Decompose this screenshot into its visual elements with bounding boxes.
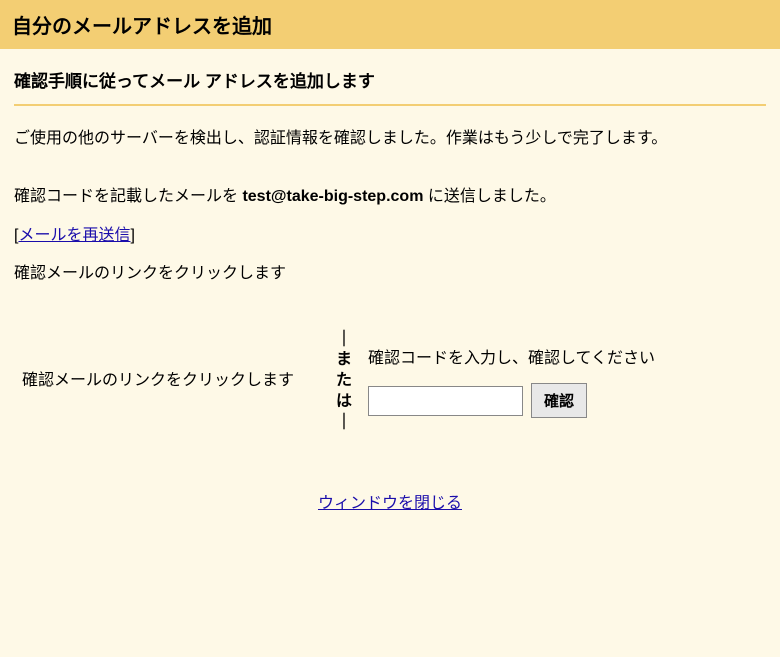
divider-char-ha: は [336, 392, 352, 413]
email-address: test@take-big-step.com [242, 188, 423, 205]
verify-right: 確認コードを入力し、確認してください 確認 [356, 345, 758, 419]
confirm-button[interactable]: 確認 [531, 383, 587, 418]
close-link-wrap: ウィンドウを閉じる [14, 489, 766, 513]
or-divider: ｜ ま た は ｜ [332, 330, 356, 434]
divider-char-ma: ま [336, 350, 352, 371]
info-text-2: 確認コードを記載したメールを test@take-big-step.com に送… [14, 182, 766, 212]
info-text-2-suffix: に送信しました。 [423, 188, 555, 205]
verify-section: 確認メールのリンクをクリックします ｜ ま た は ｜ 確認コードを入力し、確認… [14, 330, 766, 434]
divider-char-ta: た [336, 371, 352, 392]
dialog-header: 自分のメールアドレスを追加 [0, 0, 780, 49]
close-window-link[interactable]: ウィンドウを閉じる [318, 495, 462, 512]
divider-bar-bottom: ｜ [336, 413, 352, 434]
resend-line: [メールを再送信] [14, 221, 766, 251]
resend-link[interactable]: メールを再送信 [18, 227, 130, 244]
dialog-subtitle: 確認手順に従ってメール アドレスを追加します [14, 67, 766, 106]
info-text-3: 確認メールのリンクをクリックします [14, 259, 766, 289]
info-text-1: ご使用の他のサーバーを検出し、認証情報を確認しました。作業はもう少しで完了します… [14, 124, 766, 154]
dialog-content: 確認手順に従ってメール アドレスを追加します ご使用の他のサーバーを検出し、認証… [0, 49, 780, 657]
dialog-title: 自分のメールアドレスを追加 [12, 10, 768, 39]
code-input-row: 確認 [368, 383, 758, 418]
code-prompt: 確認コードを入力し、確認してください [368, 345, 758, 374]
info-text-2-prefix: 確認コードを記載したメールを [14, 188, 242, 205]
verification-code-input[interactable] [368, 386, 523, 416]
bracket-close: ] [130, 227, 134, 244]
verify-left-text: 確認メールのリンクをクリックします [22, 367, 332, 396]
divider-bar-top: ｜ [336, 330, 352, 351]
